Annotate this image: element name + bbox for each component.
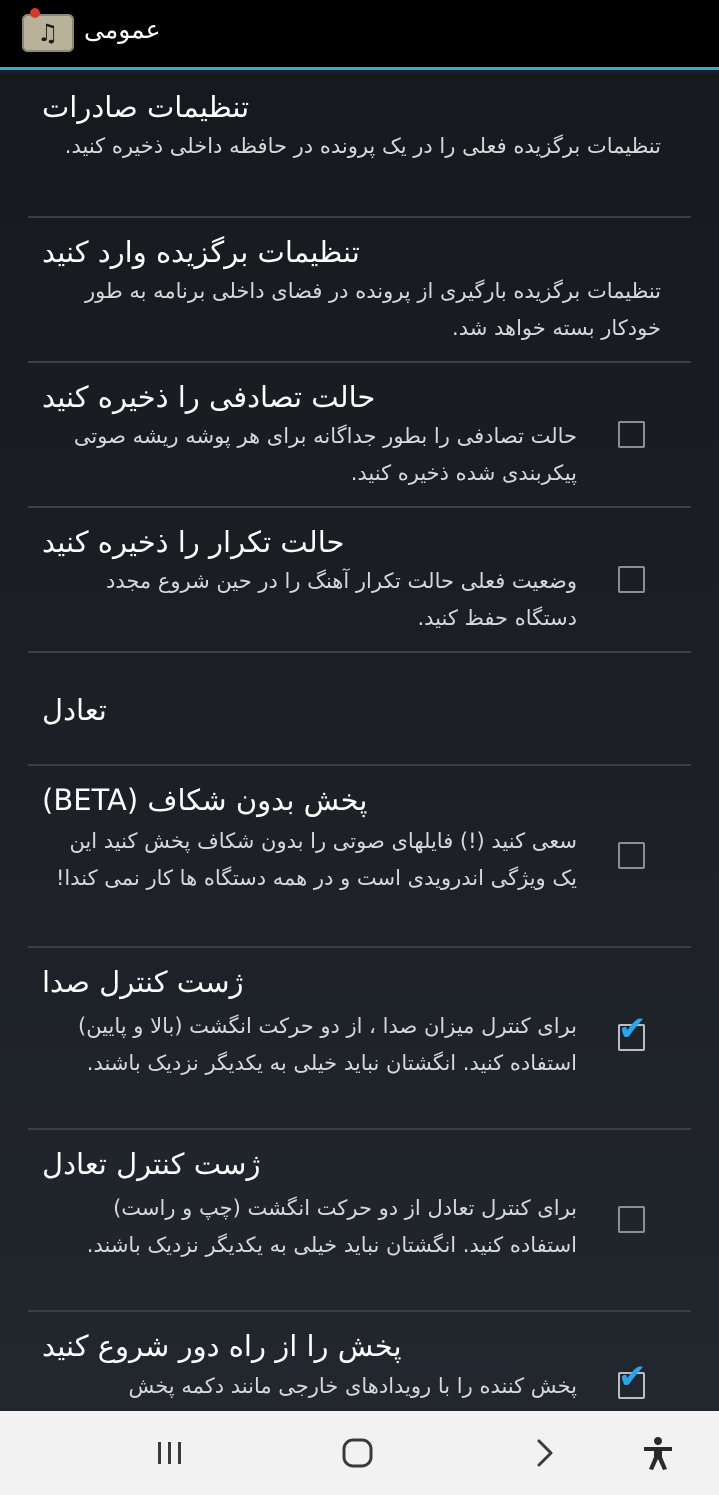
setting-summary: تنظیمات برگزیده بارگیری از پرونده در فضا… (84, 279, 661, 340)
setting-title: حالت تکرار را ذخیره کنید (42, 525, 345, 559)
system-navigation-bar (0, 1411, 719, 1495)
settings-list[interactable]: تنظیمات صادرات تنظیمات برگزیده فعلی را د… (0, 73, 719, 1411)
back-icon[interactable] (525, 1433, 565, 1473)
setting-export-preferences[interactable]: تنظیمات صادرات تنظیمات برگزیده فعلی را د… (28, 73, 691, 218)
setting-summary: حالت تصادفی را بطور جداگانه برای هر پوشه… (73, 424, 577, 485)
volume-gesture-checkbox[interactable]: ✔ (618, 1012, 647, 1051)
note-glyph: ♫ (37, 19, 59, 47)
music-note-icon[interactable]: ♫ (22, 8, 74, 52)
setting-title: ژست کنترل صدا (42, 965, 244, 999)
setting-title: حالت تصادفی را ذخیره کنید (42, 380, 376, 414)
action-bar: ♫ عمومی (0, 0, 719, 70)
category-title: تعادل (42, 693, 107, 727)
setting-remote-start[interactable]: پخش را از راه دور شروع کنید پخش کننده را… (28, 1312, 691, 1411)
setting-volume-gesture[interactable]: ژست کنترل صدا برای کنترل میزان صدا ، از … (28, 948, 691, 1130)
app-icon-badge (30, 8, 40, 18)
setting-title: تنظیمات صادرات (42, 90, 250, 124)
setting-summary: وضعیت فعلی حالت تکرار آهنگ را در حین شرو… (105, 569, 577, 630)
setting-save-repeat[interactable]: حالت تکرار را ذخیره کنید وضعیت فعلی حالت… (28, 508, 691, 653)
setting-title: تنظیمات برگزیده وارد کنید (42, 235, 360, 269)
setting-import-preferences[interactable]: تنظیمات برگزیده وارد کنید تنظیمات برگزید… (28, 218, 691, 363)
setting-summary: پخش کننده را با رویدادهای خارجی مانند دک… (128, 1374, 577, 1398)
gapless-checkbox[interactable] (618, 842, 645, 869)
setting-balance-gesture[interactable]: ژست کنترل تعادل برای کنترل تعادل از دو ح… (28, 1130, 691, 1312)
category-balance: تعادل (28, 653, 691, 766)
checkmark-icon: ✔ (618, 1009, 647, 1049)
setting-save-shuffle[interactable]: حالت تصادفی را ذخیره کنید حالت تصادفی را… (28, 363, 691, 508)
screen-title: عمومی (84, 15, 161, 44)
checkmark-icon: ✔ (618, 1357, 647, 1397)
shuffle-checkbox[interactable] (618, 421, 645, 448)
balance-gesture-checkbox[interactable] (618, 1206, 645, 1233)
setting-title: پخش بدون شکاف (BETA) (42, 783, 368, 817)
setting-title: پخش را از راه دور شروع کنید (42, 1329, 402, 1363)
home-icon[interactable] (338, 1433, 378, 1473)
repeat-checkbox[interactable] (618, 566, 645, 593)
setting-summary: برای کنترل میزان صدا ، از دو حرکت انگشت … (78, 1014, 577, 1075)
setting-gapless-playback[interactable]: پخش بدون شکاف (BETA) سعی کنید (!) فایلها… (28, 766, 691, 948)
remote-start-checkbox[interactable]: ✔ (618, 1360, 647, 1399)
recent-apps-icon[interactable] (150, 1433, 190, 1473)
setting-summary: تنظیمات برگزیده فعلی را در یک پرونده در … (64, 134, 661, 158)
setting-summary: برای کنترل تعادل از دو حرکت انگشت (چپ و … (86, 1196, 577, 1257)
accessibility-icon[interactable] (638, 1433, 678, 1473)
setting-summary: سعی کنید (!) فایلهای صوتی را بدون شکاف پ… (56, 829, 577, 890)
setting-title: ژست کنترل تعادل (42, 1147, 261, 1181)
